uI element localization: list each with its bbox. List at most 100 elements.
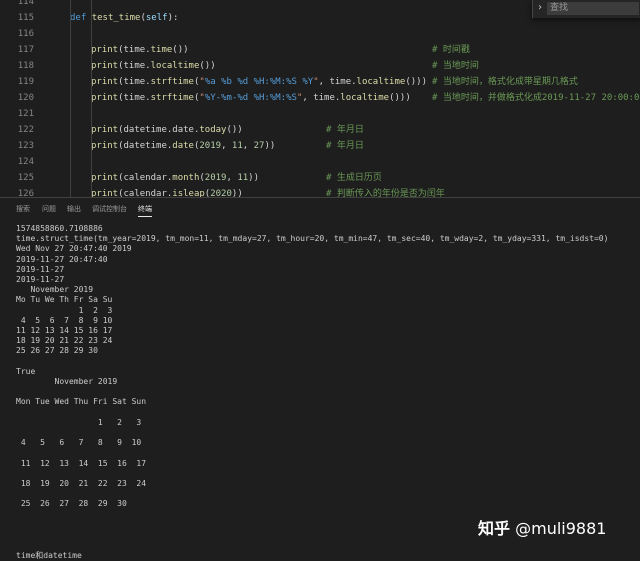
code-token: %Y-%m-%d %H:%M:%S [204,93,297,103]
code-token: 2020 [210,189,232,197]
line-number: 120 [17,93,34,103]
code-token: strftime [150,77,194,87]
code-token: ())) [389,93,411,103]
find-widget[interactable]: › 查找 [532,0,640,18]
line-number: 119 [17,77,34,87]
code-line[interactable]: 124 [0,154,640,170]
code-token: (calendar. [118,189,173,197]
code-comment: # 时间戳 [432,45,470,55]
code-token: self [145,13,168,23]
code-token: print [91,45,119,55]
code-text: print(time.time()) [91,42,189,58]
tab-terminal[interactable]: 终端 [138,204,152,217]
code-line[interactable]: 121 [0,106,640,122]
code-token: %a %b %d %H:%M:%S %Y [204,77,314,87]
code-token: , [226,173,238,183]
toggle-replace-icon[interactable]: › [537,2,543,13]
code-token: )) [231,189,243,197]
tab-search[interactable]: 搜索 [16,204,30,214]
code-token: ()) [199,61,216,71]
line-number: 115 [17,13,34,23]
code-token: strftime [150,93,194,103]
code-token: , [242,141,254,151]
watermark-handle: @muli9881 [515,519,607,538]
code-token: print [91,61,119,71]
panel-tabs: 搜索 问题 输出 调试控制台 终端 [0,198,640,220]
code-comment: # 当地时间 [432,61,479,71]
code-token: localtime [340,93,390,103]
code-comment: # 当地时间，格式化成带星期几格式 [432,77,578,87]
code-token: ()) [226,125,243,135]
code-text: print(time.strftime("%a %b %d %H:%M:%S %… [91,74,427,90]
code-token: month [172,173,200,183]
code-token: print [91,189,119,197]
code-token: def [70,13,92,23]
line-number: 114 [17,0,34,7]
code-token: 2019 [204,173,227,183]
code-token: (time. [118,77,151,87]
code-token: ()) [172,45,189,55]
code-line[interactable]: 126 print(calendar.isleap(2020)) # 判断传入的年份… [0,186,640,197]
code-token: , time. [302,93,341,103]
watermark: 知乎 @muli9881 [478,515,606,539]
code-token: today [199,125,227,135]
tab-output[interactable]: 输出 [67,204,81,214]
line-number: 123 [17,141,34,151]
code-token: print [91,141,119,151]
code-token: (datetime. [118,141,173,151]
code-token: isleap [172,189,205,197]
line-number: 122 [17,125,34,135]
code-token: (calendar. [118,173,173,183]
code-token: 27 [253,141,265,151]
bottom-panel: 搜索 问题 输出 调试控制台 终端 1574858860.7108886 tim… [0,197,640,560]
code-line[interactable]: 122 print(datetime.date.today()) # 年月日 [0,122,640,138]
code-token: (time. [118,61,151,71]
code-line[interactable]: 118 print(time.localtime()) # 当地时间 [0,58,640,74]
code-line[interactable]: 125 print(calendar.month(2019, 11)) # 生成日历… [0,170,640,186]
code-token: )) [264,141,276,151]
code-token: 11 [231,141,243,151]
find-input[interactable]: 查找 [547,2,639,15]
line-number: 116 [17,29,34,39]
line-number: 126 [17,189,34,197]
indent-guide [91,0,92,197]
code-token: (time. [118,93,151,103]
code-text: print(time.localtime()) [91,58,216,74]
code-token: ())) [405,77,428,87]
code-token: print [91,93,119,103]
code-token: print [91,173,119,183]
code-token: localtime [356,77,406,87]
code-text: print(datetime.date.today()) [91,122,243,138]
code-token: (time. [118,45,151,55]
terminal-output[interactable]: 1574858860.7108886 time.struct_time(tm_y… [16,224,608,561]
code-text: print(time.strftime("%Y-%m-%d %H:%M:%S",… [91,90,411,106]
code-token: localtime [150,61,200,71]
line-number: 121 [17,109,34,119]
code-editor[interactable]: 114 115 def test_time(self): 116 117 print(ti… [0,0,640,197]
code-token: , time. [318,77,357,87]
code-token: ): [167,13,179,23]
code-token: )) [248,173,260,183]
code-line[interactable]: 123 print(datetime.date(2019, 11, 27)) # 年… [0,138,640,154]
code-comment: # 年月日 [326,125,364,135]
code-line[interactable]: 119 print(time.strftime("%a %b %d %H:%M:%… [0,74,640,90]
code-text: print(calendar.month(2019, 11)) [91,170,259,186]
code-text: print(datetime.date(2019, 11, 27)) [91,138,275,154]
tab-debug-console[interactable]: 调试控制台 [92,204,127,214]
code-line[interactable]: 117 print(time.time()) # 时间戳 [0,42,640,58]
line-number: 117 [17,45,34,55]
code-token: test_time [91,13,141,23]
code-line[interactable]: 116 [0,26,640,42]
watermark-site: 知乎 [478,519,511,538]
code-token: , [221,141,232,151]
line-number: 124 [17,157,34,167]
indent-guide [70,0,71,197]
code-comment: # 判断传入的年份是否为闰年 [326,189,445,197]
code-text: def test_time(self): [70,10,178,26]
tab-problems[interactable]: 问题 [42,204,56,214]
code-line[interactable]: 120 print(time.strftime("%Y-%m-%d %H:%M:%… [0,90,640,106]
code-token: date [172,141,194,151]
line-number: 125 [17,173,34,183]
code-text: print(calendar.isleap(2020)) [91,186,243,197]
code-token: time [150,45,173,55]
